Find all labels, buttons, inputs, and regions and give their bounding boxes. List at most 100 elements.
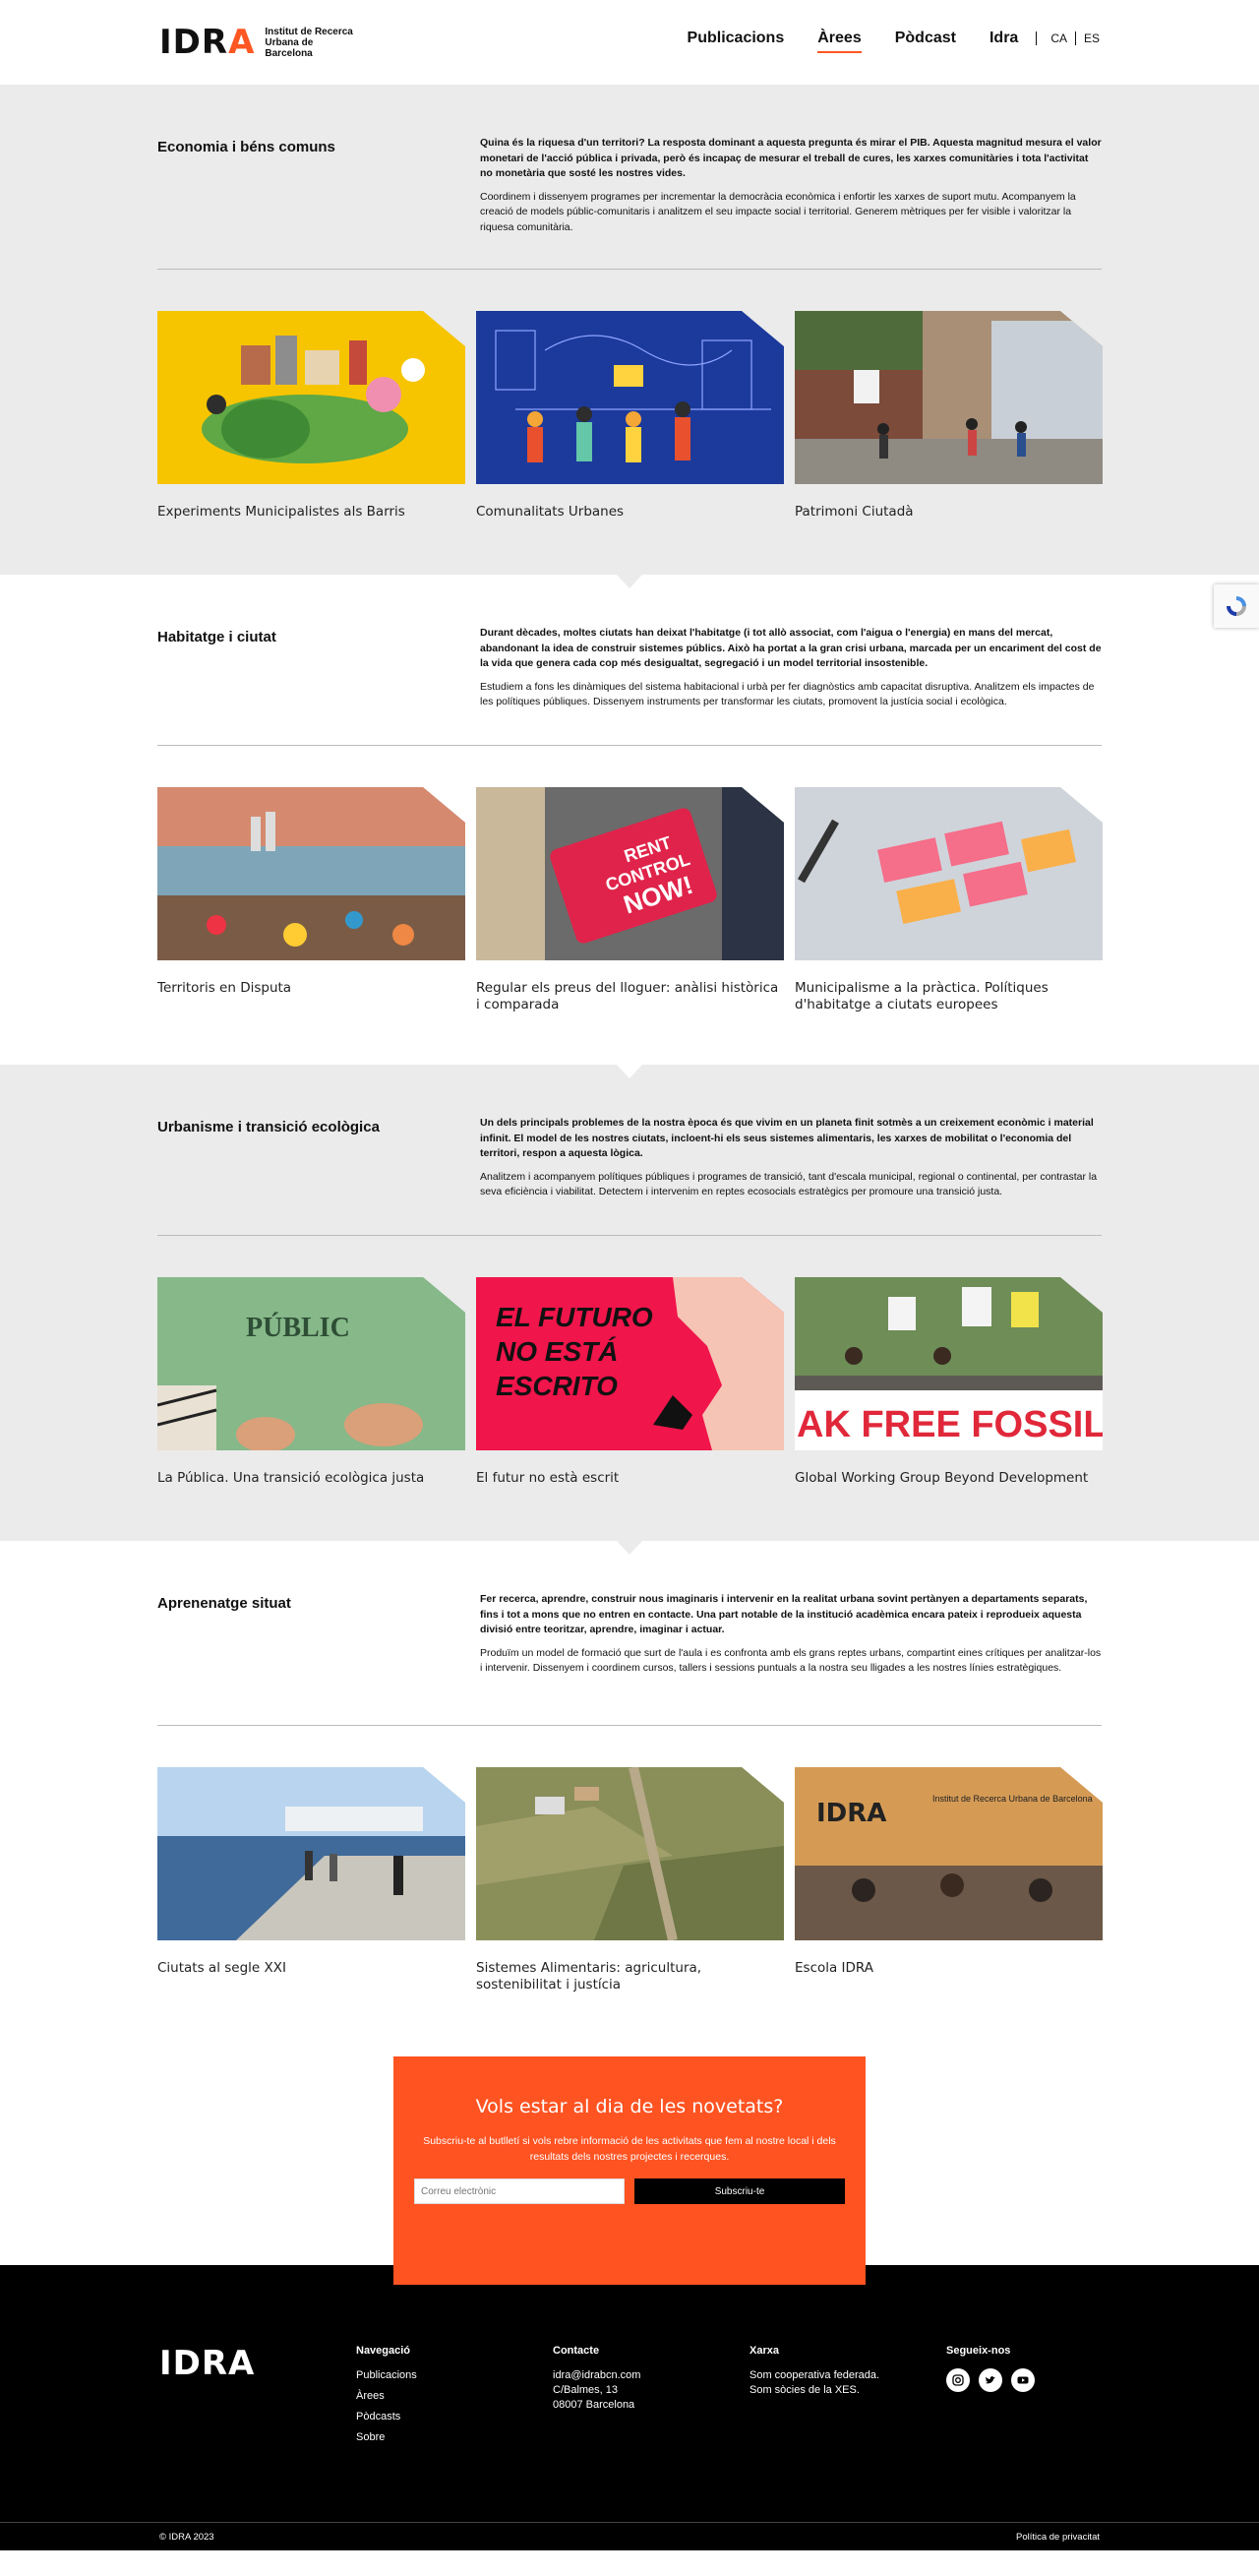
contact-email[interactable]: idra@idrabcn.com [553, 2368, 749, 2383]
lang-es[interactable]: ES [1084, 31, 1100, 45]
futuro-line-3: ESCRITO [496, 1371, 618, 1401]
footer-link-arees[interactable]: Àrees [356, 2389, 553, 2404]
footer-logo[interactable]: IDRA [159, 2344, 356, 2451]
project-title[interactable]: La Pública. Una transició ecològica just… [157, 1470, 465, 1487]
fossil-banner-text: AK FREE FOSSIL [797, 1404, 1103, 1445]
site-header: IDRA Institut de Recerca Urbana de Barce… [0, 0, 1259, 85]
area-economia: Economia i béns comuns Quina és la rique… [0, 85, 1259, 588]
lang-divider [1074, 31, 1076, 45]
project-cards: Ciutats al segle XXI Sistemes Alimentari… [157, 1726, 1103, 1993]
footer-link-podcasts[interactable]: Pòdcasts [356, 2410, 553, 2424]
footer-follow-title: Segueix-nos [946, 2345, 1011, 2357]
project-image[interactable] [476, 311, 784, 484]
futuro-line-2: NO ESTÁ [496, 1336, 618, 1367]
section-notch [617, 575, 642, 588]
project-image[interactable] [157, 1767, 465, 1940]
project-image[interactable] [157, 787, 465, 960]
newsletter-form: Subscriu-te [393, 2178, 866, 2204]
project-image[interactable] [157, 311, 465, 484]
project-title[interactable]: Municipalisme a la pràctica. Polítiques … [795, 980, 1103, 1013]
area-lead: Quina és la riquesa d'un territori? La r… [480, 137, 1102, 179]
footer-link-publicacions[interactable]: Publicacions [356, 2368, 553, 2383]
project-card[interactable]: RENT CONTROL NOW! Regular els preus del … [476, 787, 784, 1013]
area-title: Aprenenatge situat [157, 1595, 291, 1612]
instagram-icon[interactable] [946, 2368, 970, 2392]
footer-network: Xarxa Som cooperativa federada. Som sòci… [749, 2344, 946, 2451]
project-image[interactable]: AK FREE FOSSIL [795, 1277, 1103, 1450]
project-cards: Territoris en Disputa RENT CONTROL NOW! [157, 746, 1103, 1013]
network-line: Som cooperativa federada. [749, 2369, 880, 2381]
youtube-icon[interactable] [1011, 2368, 1035, 2392]
contact-street: C/Balmes, 13 [553, 2384, 619, 2396]
area-title: Habitatge i ciutat [157, 629, 276, 645]
contact-city: 08007 Barcelona [553, 2399, 635, 2411]
footer-nav: Navegació Publicacions Àrees Pòdcasts So… [356, 2344, 553, 2451]
project-image[interactable]: PÚBLIC [157, 1277, 465, 1450]
project-card[interactable]: Municipalisme a la pràctica. Polítiques … [795, 787, 1103, 1013]
project-image[interactable]: RENT CONTROL NOW! [476, 787, 784, 960]
area-title: Urbanisme i transició ecològica [157, 1119, 380, 1135]
area-body: Produïm un model de formació que surt de… [480, 1646, 1102, 1675]
project-card[interactable]: Comunalitats Urbanes [476, 311, 784, 521]
language-switcher: CA ES [1036, 31, 1100, 45]
footer-network-title: Xarxa [749, 2345, 779, 2357]
project-title[interactable]: Global Working Group Beyond Development [795, 1470, 1103, 1487]
recaptcha-icon [1227, 596, 1246, 616]
footer-divider [0, 2522, 1259, 2523]
email-field[interactable] [414, 2178, 625, 2204]
footer-social: Segueix-nos [946, 2344, 1143, 2451]
project-title[interactable]: Ciutats al segle XXI [157, 1960, 465, 1977]
project-title[interactable]: Patrimoni Ciutadà [795, 504, 1103, 521]
nav-idra[interactable]: Idra [989, 30, 1018, 47]
area-aprenentatge: Aprenenatge situat Fer recerca, aprendre… [0, 1541, 1259, 2037]
recaptcha-badge[interactable] [1214, 584, 1259, 628]
project-card[interactable]: AK FREE FOSSIL Global Working Group Beyo… [795, 1277, 1103, 1487]
site-logo[interactable]: IDRA Institut de Recerca Urbana de Barce… [159, 26, 353, 59]
footer-contact-title: Contacte [553, 2345, 600, 2357]
nav-publicacions[interactable]: Publicacions [688, 30, 785, 47]
footer-nav-title: Navegació [356, 2345, 411, 2357]
project-cards: Experiments Municipalistes als Barris Co… [157, 270, 1103, 521]
project-image[interactable] [476, 1767, 784, 1940]
copyright: © IDRA 2023 [159, 2532, 214, 2543]
project-image[interactable] [795, 787, 1103, 960]
project-card[interactable]: Experiments Municipalistes als Barris [157, 311, 465, 521]
project-title[interactable]: El futur no està escrit [476, 1470, 784, 1487]
area-intro: Aprenenatge situat Fer recerca, aprendre… [157, 1541, 1102, 1726]
site-footer: IDRA Navegació Publicacions Àrees Pòdcas… [0, 2297, 1259, 2550]
nav-arees[interactable]: Àrees [817, 30, 863, 53]
nav-podcast[interactable]: Pòdcast [895, 30, 956, 47]
project-image[interactable]: IDRA Institut de Recerca Urbana de Barce… [795, 1767, 1103, 1940]
project-card[interactable]: EL FUTURO NO ESTÁ ESCRITO El futur no es… [476, 1277, 784, 1487]
project-title[interactable]: Comunalitats Urbanes [476, 504, 784, 521]
project-card[interactable]: PÚBLIC La Pública. Una transició ecològi… [157, 1277, 465, 1487]
area-lead: Fer recerca, aprendre, construir nous im… [480, 1593, 1088, 1635]
project-card[interactable]: Patrimoni Ciutadà [795, 311, 1103, 521]
footer-contact: Contacte idra@idrabcn.com C/Balmes, 13 0… [553, 2344, 749, 2451]
sign-line-text: Institut de Recerca Urbana de Barcelona [932, 1794, 1093, 1804]
project-card[interactable]: Ciutats al segle XXI [157, 1767, 465, 1993]
newsletter-title: Vols estar al dia de les novetats? [475, 2096, 784, 2117]
lang-ca[interactable]: CA [1050, 31, 1067, 45]
network-line: Som sòcies de la XES. [749, 2384, 860, 2396]
area-lead: Durant dècades, moltes ciutats han deixa… [480, 627, 1102, 669]
project-title[interactable]: Sistemes Alimentaris: agricultura, soste… [476, 1960, 784, 1993]
project-title[interactable]: Territoris en Disputa [157, 980, 465, 997]
area-intro: Economia i béns comuns Quina és la rique… [157, 85, 1102, 270]
project-image[interactable]: EL FUTURO NO ESTÁ ESCRITO [476, 1277, 784, 1450]
project-image[interactable] [795, 311, 1103, 484]
twitter-icon[interactable] [979, 2368, 1002, 2392]
area-body: Estudiem a fons les dinàmiques del siste… [480, 680, 1095, 708]
project-title[interactable]: Escola IDRA [795, 1960, 1103, 1977]
logo-mark: IDRA [159, 23, 256, 62]
subscribe-button[interactable]: Subscriu-te [634, 2178, 845, 2204]
project-title[interactable]: Experiments Municipalistes als Barris [157, 504, 465, 521]
section-notch [617, 1065, 642, 1078]
privacy-link[interactable]: Política de privacitat [1016, 2532, 1100, 2543]
newsletter-wrapper: Vols estar al dia de les novetats? Subsc… [0, 2037, 1259, 2297]
footer-link-sobre[interactable]: Sobre [356, 2430, 553, 2445]
project-card[interactable]: Sistemes Alimentaris: agricultura, soste… [476, 1767, 784, 1993]
project-card[interactable]: Territoris en Disputa [157, 787, 465, 1013]
project-card[interactable]: IDRA Institut de Recerca Urbana de Barce… [795, 1767, 1103, 1993]
project-title[interactable]: Regular els preus del lloguer: anàlisi h… [476, 980, 784, 1013]
